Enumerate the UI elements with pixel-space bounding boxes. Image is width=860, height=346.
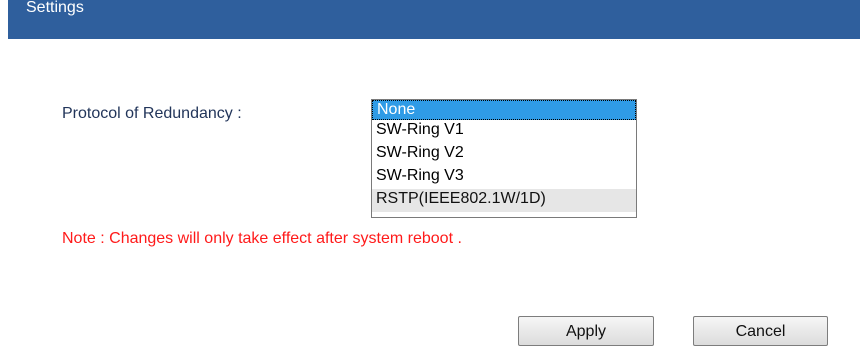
redundancy-protocol-listbox[interactable]: None SW-Ring V1 SW-Ring V2 SW-Ring V3 RS… bbox=[371, 99, 637, 218]
option-sw-ring-v2[interactable]: SW-Ring V2 bbox=[372, 143, 636, 166]
reboot-note: Note : Changes will only take effect aft… bbox=[62, 230, 462, 247]
option-sw-ring-v1[interactable]: SW-Ring V1 bbox=[372, 120, 636, 143]
redundancy-label: Protocol of Redundancy : bbox=[62, 105, 242, 122]
settings-header: Settings bbox=[8, 0, 860, 39]
option-rstp[interactable]: RSTP(IEEE802.1W/1D) bbox=[372, 189, 636, 212]
page-title: Settings bbox=[26, 0, 84, 16]
option-sw-ring-v3[interactable]: SW-Ring V3 bbox=[372, 166, 636, 189]
option-none[interactable]: None bbox=[372, 100, 636, 120]
